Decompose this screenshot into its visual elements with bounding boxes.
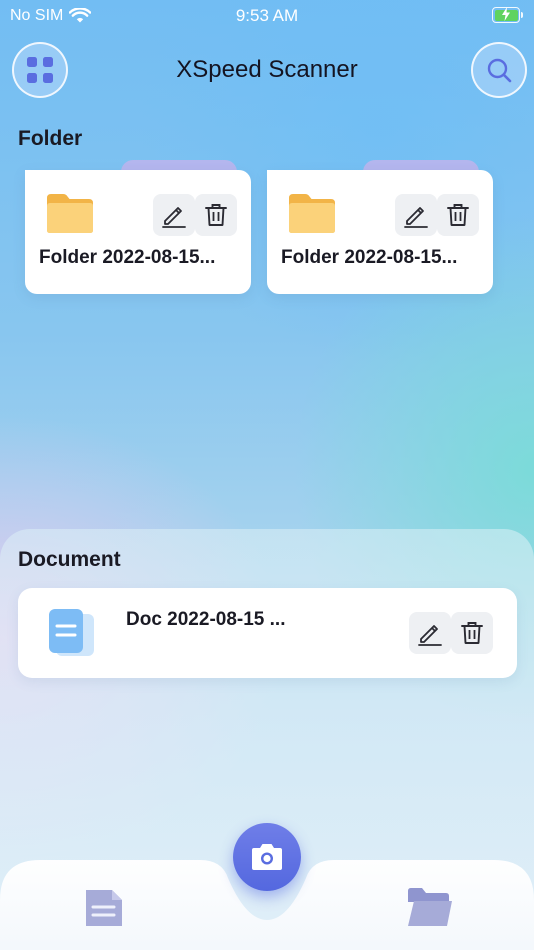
status-bar: No SIM 9:53 AM <box>0 0 534 30</box>
documents-tab-icon[interactable] <box>82 888 126 928</box>
folder-card[interactable]: Folder 2022-08-15... <box>267 158 493 294</box>
delete-button[interactable] <box>437 194 479 236</box>
edit-button[interactable] <box>409 612 451 654</box>
delete-button[interactable] <box>451 612 493 654</box>
camera-icon <box>252 844 282 870</box>
search-button[interactable] <box>471 42 527 98</box>
trash-icon <box>447 204 469 226</box>
folder-card-body[interactable]: Folder 2022-08-15... <box>25 170 251 294</box>
edit-button[interactable] <box>153 194 195 236</box>
status-time: 9:53 AM <box>235 6 299 25</box>
trash-icon <box>205 204 227 226</box>
folder-icon <box>47 194 93 233</box>
pencil-icon <box>418 625 442 646</box>
trash-icon <box>461 622 483 644</box>
search-icon <box>487 58 512 83</box>
camera-button[interactable] <box>233 823 301 891</box>
folder-tab-icon[interactable] <box>406 886 454 928</box>
folder-name: Folder 2022-08-15... <box>39 247 216 268</box>
document-card[interactable]: Doc 2022-08-15 ... <box>18 588 517 678</box>
folder-icon <box>289 194 335 233</box>
document-icon <box>49 609 94 656</box>
edit-button[interactable] <box>395 194 437 236</box>
folder-card[interactable]: Folder 2022-08-15... <box>25 158 251 294</box>
pencil-icon <box>162 207 186 228</box>
pencil-icon <box>404 207 428 228</box>
app-title: XSpeed Scanner <box>176 56 358 83</box>
delete-button[interactable] <box>195 194 237 236</box>
folder-name: Folder 2022-08-15... <box>281 247 458 268</box>
folder-section-title: Folder <box>18 127 83 150</box>
document-name: Doc 2022-08-15 ... <box>126 609 286 630</box>
battery-charging-icon <box>492 7 523 23</box>
document-section-title: Document <box>18 548 121 571</box>
folder-card-body[interactable]: Folder 2022-08-15... <box>267 170 493 294</box>
